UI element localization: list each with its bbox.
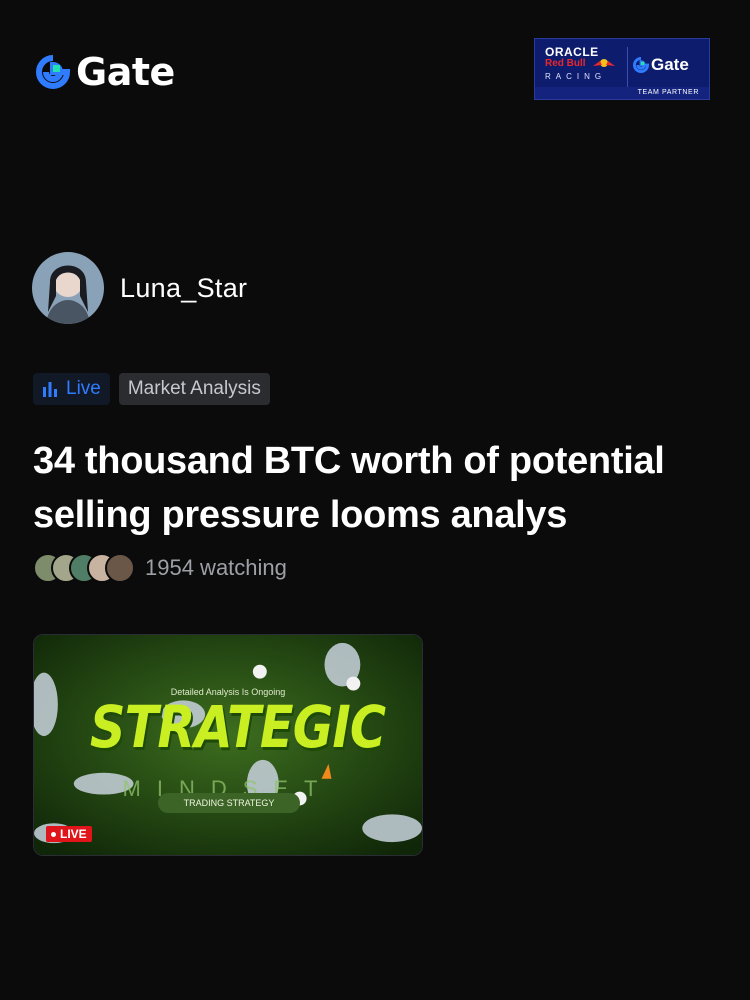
avatar-image <box>32 252 104 324</box>
thumbnail-title: STRATEGIC <box>90 693 386 761</box>
partner-gate-text: Gate <box>651 55 689 74</box>
viewer-row: 1954 watching <box>33 553 287 583</box>
partner-badge: ORACLE Red Bull RACING Gate TEAM PARTNER <box>534 38 710 100</box>
partner-divider <box>627 47 628 87</box>
racing-text: RACING <box>545 72 607 81</box>
author-row[interactable]: Luna_Star <box>32 252 247 324</box>
redbull-text: Red Bull <box>545 58 586 69</box>
live-dot-icon <box>51 831 56 837</box>
viewer-avatar <box>105 553 135 583</box>
oracle-text: ORACLE <box>545 45 599 59</box>
viewer-avatars <box>33 553 135 583</box>
category-tag[interactable]: Market Analysis <box>118 373 270 405</box>
tag-row: Live Market Analysis <box>33 373 270 405</box>
avatar[interactable] <box>32 252 104 324</box>
live-tag[interactable]: Live <box>33 373 110 405</box>
thumbnail-pill: TRADING STRATEGY <box>158 793 300 813</box>
partner-gate-logo: Gate <box>633 55 689 75</box>
gate-logo-icon <box>633 57 649 73</box>
live-bars-icon <box>43 382 57 397</box>
post-headline[interactable]: 34 thousand BTC worth of potential selli… <box>33 434 723 542</box>
live-stream-thumbnail[interactable]: Detailed Analysis Is Ongoing STRATEGIC M… <box>33 634 423 856</box>
brand-name: Gate <box>76 50 175 94</box>
gate-logo-icon <box>36 55 70 89</box>
live-badge-label: LIVE <box>60 827 87 841</box>
author-name[interactable]: Luna_Star <box>120 273 247 304</box>
live-tag-label: Live <box>66 378 101 399</box>
viewer-count: 1954 watching <box>145 555 287 580</box>
gate-logo[interactable]: Gate <box>36 50 175 94</box>
team-partner-text: TEAM PARTNER <box>535 87 709 99</box>
live-badge: LIVE <box>46 826 92 842</box>
redbull-bulls-icon <box>593 59 615 67</box>
